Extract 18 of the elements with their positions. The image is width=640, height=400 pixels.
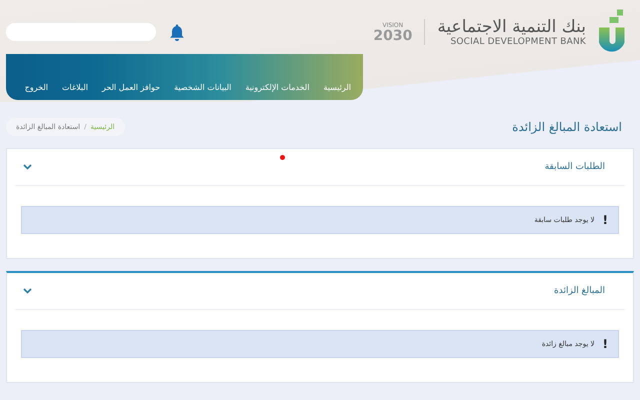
section-title: الطلبات السابقة [544, 162, 605, 172]
section-title: المبالغ الزائدة [554, 286, 605, 296]
chevron-icon[interactable] [23, 164, 32, 170]
chevron-icon[interactable] [23, 288, 32, 294]
nav-link[interactable]: البلاغات [62, 83, 88, 92]
page-title: استعادة المبالغ الزائدة [512, 120, 622, 134]
bank-name: SOCIAL DEVELOPMENT BANK [450, 37, 586, 47]
alert-icon: ! [602, 337, 608, 351]
bank-name: بنك التنمية الاجتماعية [437, 17, 586, 37]
dot-mark [280, 155, 285, 160]
nav-link[interactable]: الخروج [24, 83, 48, 92]
notification-bell-icon[interactable] [170, 24, 184, 40]
nav-link[interactable]: الرئيسية [323, 83, 351, 92]
alert-icon: ! [602, 213, 608, 227]
nav-link[interactable]: البيانات الشخصية [174, 83, 232, 92]
search-field[interactable] [6, 23, 156, 41]
nav-link[interactable]: حوافز العمل الحر [102, 83, 160, 92]
nav-link[interactable]: الخدمات الإلكترونية [245, 83, 310, 92]
